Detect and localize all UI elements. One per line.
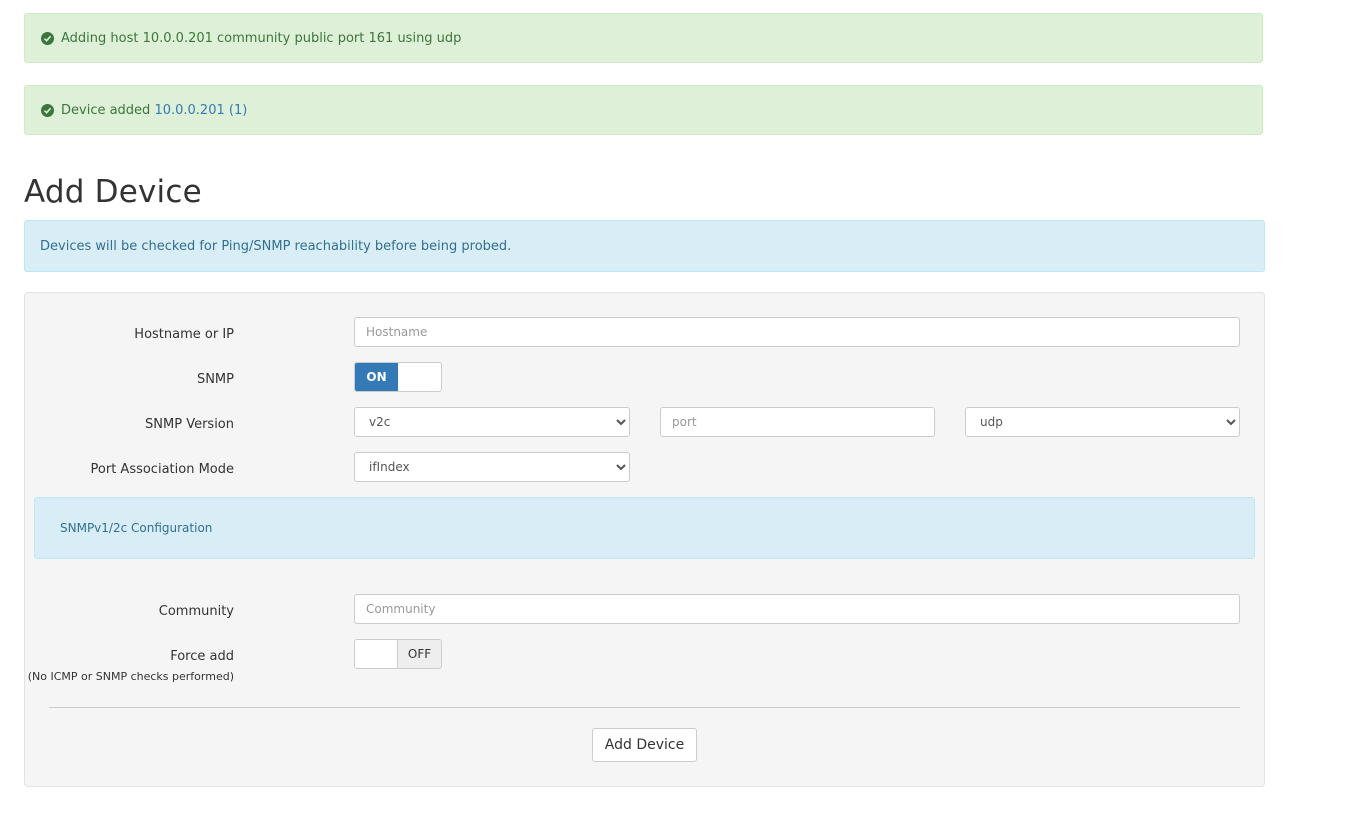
snmp-toggle[interactable]: ON [354, 362, 442, 392]
port-input[interactable] [660, 407, 935, 437]
port-association-label: Port Association Mode [90, 462, 234, 477]
reachability-info: Devices will be checked for Ping/SNMP re… [24, 220, 1265, 272]
alert-device-added: Device added 10.0.0.201 (1) [24, 85, 1263, 135]
page-title: Add Device [24, 174, 202, 210]
alert-adding-host: Adding host 10.0.0.201 community public … [24, 13, 1263, 63]
port-association-select[interactable]: ifIndex [354, 452, 630, 482]
snmp-label: SNMP [196, 372, 234, 387]
force-add-sublabel: (No ICMP or SNMP checks performed) [27, 670, 234, 683]
alert-adding-text: Adding host 10.0.0.201 community public … [61, 30, 462, 46]
community-label: Community [158, 604, 234, 619]
add-device-form: Hostname or IP SNMP ON SNMP Version v2c … [24, 292, 1265, 787]
add-device-button[interactable]: Add Device [592, 728, 697, 762]
hostname-input[interactable] [354, 317, 1240, 347]
reachability-info-text: Devices will be checked for Ping/SNMP re… [40, 238, 512, 254]
hostname-label: Hostname or IP [134, 327, 234, 342]
alert-added-prefix: Device added [61, 102, 155, 118]
force-add-toggle-off: OFF [397, 640, 441, 668]
form-divider [49, 707, 1240, 708]
check-circle-icon [41, 103, 54, 117]
force-add-label: Force add [170, 649, 234, 664]
snmp-version-select[interactable]: v2c [354, 407, 630, 437]
community-input[interactable] [354, 594, 1240, 624]
device-link[interactable]: 10.0.0.201 (1) [154, 103, 247, 118]
force-add-toggle[interactable]: OFF [354, 639, 442, 669]
transport-select[interactable]: udp [965, 407, 1240, 437]
snmp-version-label: SNMP Version [145, 417, 234, 432]
snmp-config-panel: SNMPv1/2c Configuration [34, 497, 1255, 559]
snmp-toggle-on: ON [355, 363, 398, 391]
check-circle-icon [41, 31, 54, 45]
snmp-config-title: SNMPv1/2c Configuration [60, 521, 213, 535]
